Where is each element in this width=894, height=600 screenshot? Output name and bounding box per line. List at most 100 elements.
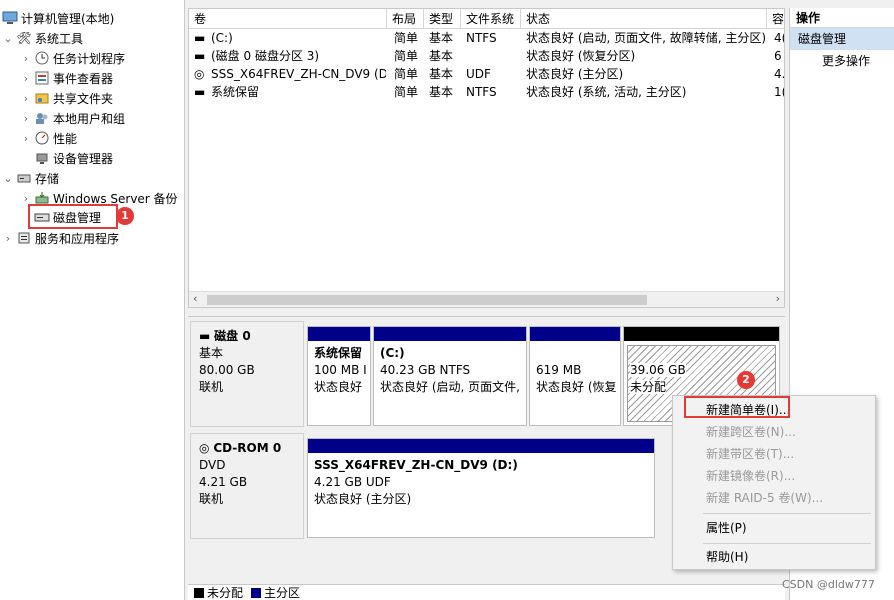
partition-recovery[interactable]: 619 MB 状态良好 (恢复 — [529, 326, 621, 426]
partition-size: 4.21 GB UDF — [314, 475, 391, 489]
partition-system-reserved[interactable]: 系统保留 100 MB I 状态良好 — [307, 326, 371, 426]
partition-status: 状态良好 (恢复 — [536, 380, 617, 394]
partition-cdrom[interactable]: SSS_X64FREV_ZH-CN_DV9 (D:) 4.21 GB UDF 状态良… — [307, 438, 655, 538]
scroll-right-icon[interactable]: › — [776, 292, 780, 305]
legend: 未分配 主分区 — [188, 584, 785, 600]
legend-swatch-primary — [251, 587, 262, 598]
tree-item-storage[interactable]: ⌄ 存储 — [2, 168, 59, 188]
chevron-right-icon[interactable]: › — [20, 132, 32, 145]
partition-bar — [624, 327, 779, 341]
partition-status: 状态良好 (主分区) — [314, 492, 412, 506]
actions-header: 操作 — [790, 8, 894, 28]
tools-icon: 🛠 — [16, 31, 32, 45]
cd-drive-icon: ◎ — [199, 441, 210, 455]
legend-label-primary: 主分区 — [264, 586, 301, 600]
shared-folder-icon — [34, 90, 50, 106]
menu-separator — [703, 513, 871, 514]
volume-layout: 简单 — [394, 67, 419, 81]
chevron-right-icon[interactable]: › — [20, 72, 32, 85]
chevron-right-icon[interactable]: › — [2, 232, 14, 245]
partition-bar — [374, 327, 526, 341]
menu-item-new-mirrored-volume[interactable]: 新建镜像卷(R)... — [673, 465, 875, 487]
volume-layout: 简单 — [394, 31, 419, 45]
actions-section[interactable]: 磁盘管理 — [790, 28, 894, 50]
chevron-down-icon[interactable]: ⌄ — [2, 172, 14, 185]
volume-name: (磁盘 0 磁盘分区 3) — [211, 49, 320, 63]
tree-item-device-manager[interactable]: 设备管理器 — [32, 148, 113, 168]
scroll-left-icon[interactable]: ‹ — [193, 292, 197, 305]
tree-item-task-scheduler[interactable]: › 任务计划程序 — [20, 48, 125, 68]
disk-icon: ▬ — [199, 329, 211, 343]
tree-item-label: 服务和应用程序 — [35, 231, 120, 246]
partition-title: 系统保留 — [314, 346, 363, 360]
partition-bar — [530, 327, 620, 341]
cd-drive-icon: ◎ — [194, 67, 205, 81]
tree-root[interactable]: 计算机管理(本地) — [0, 8, 114, 28]
volume-name: SSS_X64FREV_ZH-CN_DV9 (D:) — [211, 67, 386, 81]
partition-size: 40.23 GB NTFS — [380, 363, 471, 377]
clock-icon — [34, 50, 50, 66]
volume-status: 状态良好 (系统, 活动, 主分区) — [526, 85, 687, 99]
disk-state: 联机 — [199, 380, 224, 394]
disk-kind: DVD — [199, 458, 226, 472]
partition-status: 未分配 — [630, 380, 667, 394]
menu-item-properties[interactable]: 属性(P) — [673, 517, 875, 539]
chevron-right-icon[interactable]: › — [20, 112, 32, 125]
chevron-right-icon[interactable]: › — [20, 92, 32, 105]
tree-item-services-apps[interactable]: › 服务和应用程序 — [2, 228, 119, 248]
volume-capacity: 1( — [774, 85, 784, 99]
volume-status: 状态良好 (恢复分区) — [526, 49, 636, 63]
tree-item-system-tools[interactable]: ⌄ 🛠 系统工具 — [2, 28, 83, 48]
chevron-right-icon[interactable]: › — [20, 192, 32, 205]
more-actions-link[interactable]: 更多操作 — [790, 50, 894, 72]
tree-item-event-viewer[interactable]: › 事件查看器 — [20, 68, 113, 88]
tree-item-performance[interactable]: › 性能 — [20, 128, 77, 148]
disk0-label[interactable]: ▬ 磁盘 0 基本 80.00 GB 联机 — [190, 321, 304, 427]
table-row[interactable]: ▬ (磁盘 0 磁盘分区 3) 简单 基本 状态良好 (恢复分区) 6 — [189, 47, 784, 65]
volume-type: 基本 — [429, 67, 454, 81]
step-badge: 1 — [116, 207, 134, 225]
menu-item-new-spanned-volume[interactable]: 新建跨区卷(N)... — [673, 421, 875, 443]
volume-type: 基本 — [429, 49, 454, 63]
table-row[interactable]: ◎ SSS_X64FREV_ZH-CN_DV9 (D:) 简单 基本 UDF 状… — [189, 65, 784, 83]
column-header-status[interactable]: 状态 — [521, 9, 767, 29]
performance-icon — [34, 130, 50, 146]
services-icon — [16, 230, 32, 246]
volume-capacity: 6 — [774, 49, 782, 63]
menu-item-new-striped-volume[interactable]: 新建带区卷(T)... — [673, 443, 875, 465]
tree-item-label: 系统工具 — [35, 31, 84, 46]
table-row[interactable]: ▬ 系统保留 简单 基本 NTFS 状态良好 (系统, 活动, 主分区) 1( — [189, 83, 784, 101]
volume-capacity: 4( — [774, 31, 784, 45]
context-menu: 新建简单卷(I)... 新建跨区卷(N)... 新建带区卷(T)... 新建镜像… — [672, 395, 876, 570]
column-header-type[interactable]: 类型 — [424, 9, 461, 29]
menu-item-new-raid5-volume[interactable]: 新建 RAID-5 卷(W)... — [673, 487, 875, 509]
disk-state: 联机 — [199, 492, 224, 506]
legend-swatch-unallocated — [194, 587, 204, 598]
chevron-right-icon[interactable]: › — [20, 52, 32, 65]
partition-size: 39.06 GB — [630, 363, 686, 377]
column-header-capacity[interactable]: 容 — [767, 9, 784, 29]
column-header-volume[interactable]: 卷 — [189, 9, 387, 29]
volume-name: 系统保留 — [211, 85, 260, 99]
tree-item-label: 任务计划程序 — [53, 51, 126, 66]
highlight-box — [684, 396, 790, 418]
tree-item-local-users[interactable]: › 本地用户和组 — [20, 108, 125, 128]
partition-c[interactable]: (C:) 40.23 GB NTFS 状态良好 (启动, 页面文件, — [373, 326, 527, 426]
tree-item-shared-folders[interactable]: › 共享文件夹 — [20, 88, 113, 108]
cdrom0-label[interactable]: ◎ CD-ROM 0 DVD 4.21 GB 联机 — [190, 433, 304, 539]
disk-size: 4.21 GB — [199, 475, 248, 489]
partition-bar — [308, 439, 654, 453]
legend-label-unallocated: 未分配 — [207, 586, 244, 600]
column-header-filesystem[interactable]: 文件系统 — [461, 9, 521, 29]
tree-item-label: 共享文件夹 — [53, 91, 114, 106]
chevron-down-icon[interactable]: ⌄ — [2, 32, 14, 45]
table-row[interactable]: ▬ (C:) 简单 基本 NTFS 状态良好 (启动, 页面文件, 故障转储, … — [189, 29, 784, 47]
scrollbar-thumb[interactable] — [207, 295, 647, 305]
horizontal-scrollbar[interactable]: ‹ › — [189, 291, 784, 307]
device-manager-icon — [34, 150, 50, 166]
disk-name: 磁盘 0 — [214, 329, 251, 343]
column-header-layout[interactable]: 布局 — [387, 9, 424, 29]
menu-item-help[interactable]: 帮助(H) — [673, 546, 875, 568]
volume-fs: NTFS — [466, 31, 497, 45]
tree-item-label: 存储 — [35, 171, 60, 186]
